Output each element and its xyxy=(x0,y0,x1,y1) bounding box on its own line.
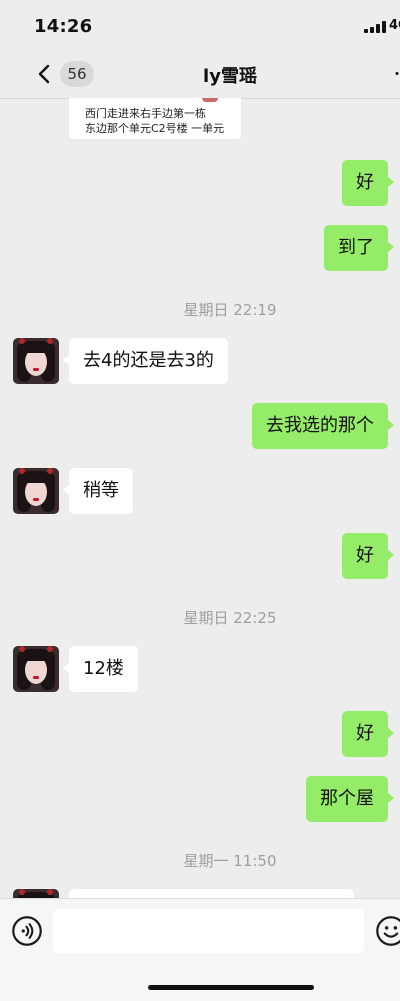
message-bubble-outgoing[interactable]: 好 xyxy=(342,533,394,579)
shared-location-card[interactable]: 西门走进来右手边第一栋 东边那个单元C2号楼 一单元 xyxy=(69,98,241,139)
message-bubble-outgoing[interactable]: 到了 xyxy=(324,225,394,271)
timestamp-divider: 星期日 22:19 xyxy=(183,301,277,319)
message-bubble-outgoing[interactable]: 那个屋 xyxy=(306,776,394,822)
message-bubble-outgoing[interactable]: 好 xyxy=(342,160,394,206)
card-line-1: 西门走进来右手边第一栋 xyxy=(85,107,206,120)
map-pin-icon xyxy=(202,98,218,102)
message-bubble-incoming[interactable]: 去4的还是去3的 xyxy=(63,338,228,384)
voice-icon[interactable] xyxy=(12,916,42,946)
message-bubble-outgoing[interactable]: 好 xyxy=(342,711,394,757)
signal-icon xyxy=(364,21,386,33)
home-indicator[interactable] xyxy=(148,985,314,990)
avatar[interactable] xyxy=(13,338,59,384)
more-icon[interactable] xyxy=(394,72,400,75)
status-time: 14:26 xyxy=(34,16,93,37)
avatar[interactable] xyxy=(13,646,59,692)
message-bubble-outgoing[interactable]: 去我选的那个 xyxy=(252,403,394,449)
message-bubble-incoming[interactable]: 12楼 xyxy=(63,646,138,692)
message-bubble-incoming-partial[interactable] xyxy=(69,889,354,898)
network-type: 4G xyxy=(389,18,400,33)
timestamp-divider: 星期日 22:25 xyxy=(183,609,277,627)
avatar[interactable] xyxy=(13,468,59,514)
timestamp-divider: 星期一 11:50 xyxy=(183,852,277,870)
message-input[interactable] xyxy=(53,909,364,953)
emoji-icon[interactable] xyxy=(376,916,400,946)
chat-title: ly雪瑶 xyxy=(203,66,257,87)
status-bar: 14:26 4G xyxy=(0,0,400,50)
message-bubble-incoming[interactable]: 稍等 xyxy=(63,468,133,514)
card-line-2: 东边那个单元C2号楼 一单元 xyxy=(85,122,225,135)
